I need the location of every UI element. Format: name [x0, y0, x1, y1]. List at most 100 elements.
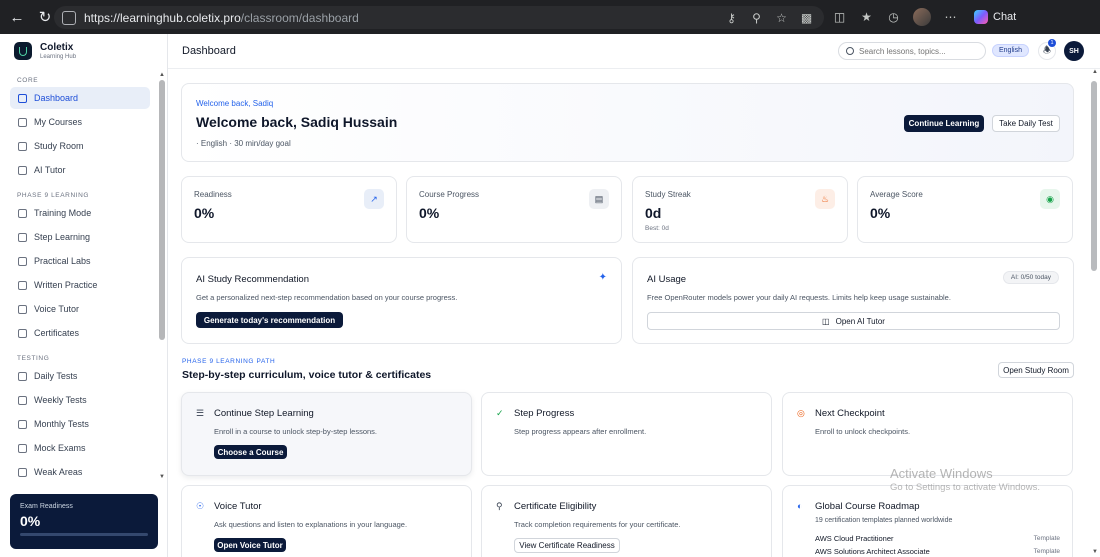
- language-badge[interactable]: English: [992, 44, 1029, 57]
- history-icon[interactable]: ◷: [886, 10, 901, 25]
- tile-description: Enroll to unlock checkpoints.: [815, 427, 911, 436]
- sidebar-item-daily-tests[interactable]: Daily Tests: [10, 365, 150, 387]
- zoom-icon[interactable]: ⚲: [749, 10, 764, 25]
- tile-title: Voice Tutor: [214, 501, 262, 512]
- tile-title: Step Progress: [514, 408, 575, 419]
- sidebar-item-monthly-tests[interactable]: Monthly Tests: [10, 413, 150, 435]
- sparkle-icon: [18, 208, 27, 218]
- reload-icon[interactable]: ↻: [34, 6, 56, 28]
- roadmap-course-name: AWS Solutions Architect Associate: [815, 547, 930, 556]
- mic-icon: [18, 304, 27, 314]
- scroll-down-icon[interactable]: ▼: [1092, 549, 1098, 555]
- sidebar-item-training-mode[interactable]: Training Mode: [10, 202, 150, 224]
- search-box[interactable]: [838, 42, 986, 60]
- site-info-icon[interactable]: [62, 10, 76, 25]
- sidebar-item-label: Mock Exams: [34, 443, 86, 453]
- welcome-meta: · English · 30 min/day goal: [196, 139, 291, 148]
- chat-label: Chat: [993, 11, 1017, 23]
- browser-profile-avatar[interactable]: [913, 8, 931, 26]
- sidebar-scroll-down-icon[interactable]: ▼: [159, 474, 165, 480]
- card-title: AI Study Recommendation: [196, 274, 310, 285]
- sidebar-item-step-learning[interactable]: Step Learning: [10, 226, 150, 248]
- watermark-line-2: Go to Settings to activate Windows.: [890, 482, 1040, 493]
- scroll-up-icon[interactable]: ▲: [1092, 69, 1098, 75]
- back-icon[interactable]: ←: [6, 6, 28, 28]
- open-ai-tutor-button[interactable]: ◫ Open AI Tutor: [647, 312, 1060, 330]
- sidebar-item-dashboard[interactable]: Dashboard: [10, 87, 150, 109]
- sidebar-scrollbar[interactable]: [159, 72, 165, 364]
- sidebar-item-my-courses[interactable]: My Courses: [10, 111, 150, 133]
- roadmap-row[interactable]: AWS Solutions Architect Associate Templat…: [815, 547, 1060, 556]
- coletix-logo-icon: [14, 42, 32, 60]
- tile-certificate-eligibility[interactable]: ⚲ Certificate Eligibility Track completi…: [481, 485, 772, 557]
- user-avatar[interactable]: SH: [1064, 41, 1084, 61]
- ai-usage-card: AI Usage AI: 0/50 today Free OpenRouter …: [632, 257, 1074, 344]
- stat-sub: Best: 0d: [645, 225, 669, 232]
- sidebar-item-voice-tutor[interactable]: Voice Tutor: [10, 298, 150, 320]
- stat-label: Readiness: [194, 190, 232, 199]
- sidebar-item-ai-tutor[interactable]: AI Tutor: [10, 159, 150, 181]
- take-daily-test-button[interactable]: Take Daily Test: [992, 115, 1060, 132]
- award-icon: ⚲: [496, 501, 503, 511]
- calendar-icon: [18, 419, 27, 429]
- url-host: https://learninghub.coletix.pro: [84, 10, 241, 25]
- main-scrollbar-thumb[interactable]: [1091, 81, 1097, 271]
- address-url[interactable]: https://learninghub.coletix.pro/classroo…: [84, 11, 359, 25]
- activate-windows-watermark: Activate Windows Go to Settings to activ…: [890, 466, 1040, 493]
- browser-toolbar: ← ↻ https://learninghub.coletix.pro/clas…: [0, 0, 1100, 34]
- sidebar-section-core: CORE: [17, 77, 39, 84]
- sidebar-item-certificates[interactable]: Certificates: [10, 322, 150, 344]
- tile-global-course-roadmap[interactable]: ◐ Global Course Roadmap 19 certification…: [782, 485, 1073, 557]
- sidebar-item-weak-areas[interactable]: Weak Areas: [10, 461, 150, 483]
- tile-description: Step progress appears after enrollment.: [514, 427, 647, 436]
- more-icon[interactable]: ⋯: [943, 10, 958, 25]
- brand-subtitle: Learning Hub: [40, 54, 77, 60]
- view-certificate-readiness-button[interactable]: View Certificate Readiness: [514, 538, 620, 553]
- notification-count: 1: [1048, 39, 1056, 47]
- url-path: /classroom/dashboard: [240, 10, 359, 25]
- sidebar-item-study-room[interactable]: Study Room: [10, 135, 150, 157]
- choose-course-button[interactable]: Choose a Course: [214, 445, 287, 459]
- tile-continue-step-learning[interactable]: ☰ Continue Step Learning Enroll in a cou…: [181, 392, 472, 476]
- roadmap-row[interactable]: AWS Cloud Practitioner Template: [815, 534, 1060, 543]
- flame-icon: ♨: [815, 189, 835, 209]
- tile-title: Next Checkpoint: [815, 408, 885, 419]
- sidebar-scrollbar-thumb[interactable]: [159, 80, 165, 340]
- watermark-line-1: Activate Windows: [890, 466, 993, 481]
- tile-step-progress[interactable]: ✓ Step Progress Step progress appears af…: [481, 392, 772, 476]
- tile-voice-tutor[interactable]: ☉ Voice Tutor Ask questions and listen t…: [181, 485, 472, 557]
- tile-title: Continue Step Learning: [214, 408, 314, 419]
- split-screen-icon[interactable]: ◫: [832, 10, 847, 25]
- copilot-chat-button[interactable]: Chat: [974, 10, 1016, 24]
- key-icon[interactable]: ⚷: [724, 10, 739, 25]
- favorites-icon[interactable]: ★: [859, 10, 874, 25]
- sidebar-section-testing: TESTING: [17, 355, 50, 362]
- sidebar-item-weekly-tests[interactable]: Weekly Tests: [10, 389, 150, 411]
- clipboard-icon: [18, 443, 27, 453]
- sidebar-item-practical-labs[interactable]: Practical Labs: [10, 250, 150, 272]
- continue-learning-button[interactable]: Continue Learning: [904, 115, 984, 132]
- book-open-icon: ▤: [589, 189, 609, 209]
- address-bar[interactable]: https://learninghub.coletix.pro/classroo…: [54, 6, 824, 29]
- generate-recommendation-button[interactable]: Generate today's recommendation: [196, 312, 343, 328]
- bot-icon: [18, 165, 27, 175]
- stat-card-course-progress: Course Progress 0% ▤: [406, 176, 622, 243]
- learning-path-kicker: PHASE 9 LEARNING PATH: [182, 358, 276, 365]
- open-voice-tutor-button[interactable]: Open Voice Tutor: [214, 538, 286, 552]
- exam-readiness-card[interactable]: Exam Readiness 0%: [10, 494, 158, 549]
- tile-description: Track completion requirements for your c…: [514, 520, 681, 529]
- star-icon[interactable]: ☆: [774, 10, 789, 25]
- tile-title: Certificate Eligibility: [514, 501, 597, 512]
- open-study-room-button[interactable]: Open Study Room: [998, 362, 1074, 378]
- sidebar-item-mock-exams[interactable]: Mock Exams: [10, 437, 150, 459]
- tile-next-checkpoint[interactable]: ◎ Next Checkpoint Enroll to unlock check…: [782, 392, 1073, 476]
- search-input[interactable]: [859, 46, 979, 56]
- sidebar-item-written-practice[interactable]: Written Practice: [10, 274, 150, 296]
- award-icon: [18, 328, 27, 338]
- extension-icon[interactable]: ▩: [799, 10, 814, 25]
- target-icon: ◎: [797, 408, 805, 418]
- bot-icon: ◫: [822, 316, 830, 326]
- brand[interactable]: Coletix Learning Hub: [14, 42, 76, 60]
- search-icon: [846, 47, 854, 55]
- main-scrollbar[interactable]: ▲ ▼: [1090, 69, 1100, 557]
